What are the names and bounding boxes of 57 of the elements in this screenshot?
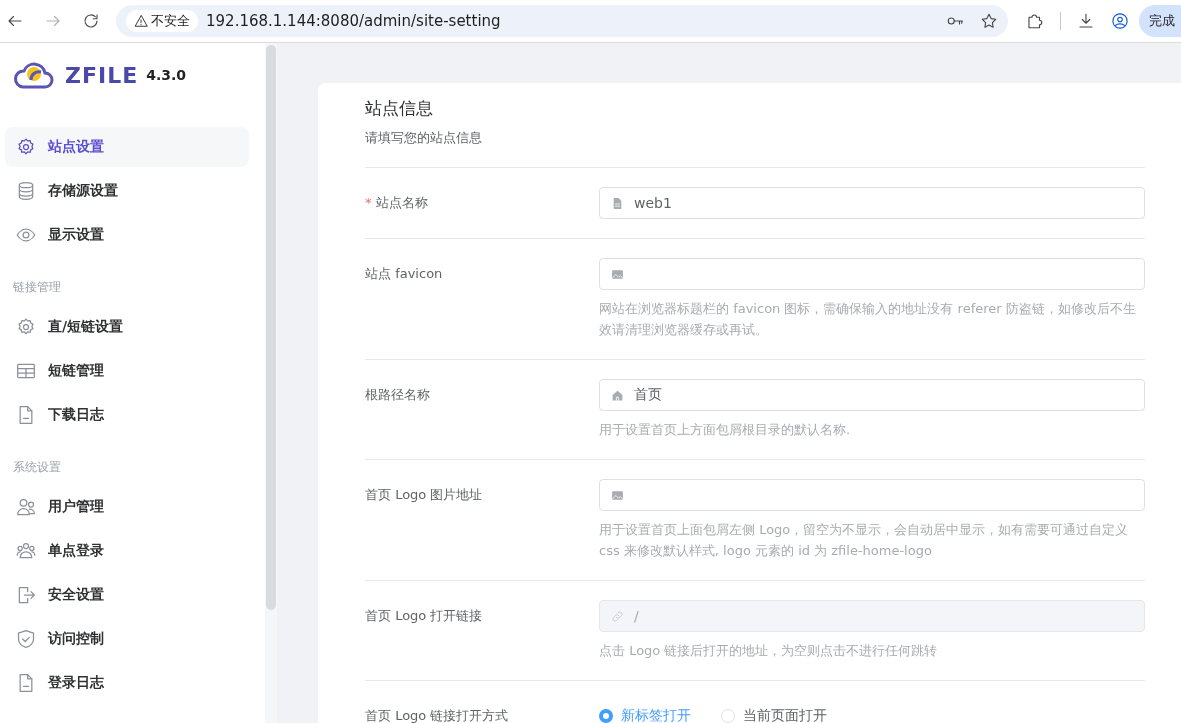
profile-button[interactable]: 完成 bbox=[1139, 5, 1181, 37]
field-label: 站点 favicon bbox=[365, 265, 444, 283]
help-text: 网站在浏览器标题栏的 favicon 图标，需确保输入的地址没有 referer 防盗链，如修改后不生效请清理浏览器缓存或再试。 bbox=[599, 300, 1137, 339]
field-label: 首页 Logo 图片地址 bbox=[365, 486, 484, 504]
field-label: 首页 Logo 链接打开方式 bbox=[365, 707, 510, 723]
radio-option[interactable]: 当前页面打开 bbox=[721, 707, 827, 723]
security-label[interactable]: 不安全 bbox=[126, 10, 198, 32]
image-icon bbox=[611, 488, 624, 502]
nav-item[interactable]: 安全设置 bbox=[5, 575, 249, 615]
profile-icon[interactable] bbox=[1111, 12, 1129, 30]
scrollbar[interactable] bbox=[266, 45, 276, 610]
image-icon bbox=[611, 267, 624, 281]
nav-item[interactable]: 下载日志 bbox=[5, 395, 249, 435]
nav-item[interactable]: 短链管理 bbox=[5, 351, 249, 391]
field-label: 根路径名称 bbox=[365, 386, 431, 404]
warning-icon bbox=[134, 14, 148, 28]
field-label: * 站点名称 bbox=[365, 194, 429, 212]
link-icon bbox=[611, 609, 624, 623]
reload-icon[interactable] bbox=[82, 12, 100, 30]
document-icon bbox=[611, 196, 624, 210]
field-label: 首页 Logo 打开链接 bbox=[365, 607, 484, 625]
gear-icon bbox=[16, 137, 36, 157]
nav-item[interactable]: 显示设置 bbox=[5, 215, 249, 255]
nav-item[interactable]: 用户管理 bbox=[5, 487, 249, 527]
nav-item[interactable]: 存储源设置 bbox=[5, 171, 249, 211]
input-field[interactable] bbox=[599, 479, 1145, 511]
home-icon bbox=[611, 388, 624, 402]
logo-text: ZFILE bbox=[65, 62, 139, 88]
section-subtitle: 请填写您的站点信息 bbox=[365, 129, 1145, 168]
star-icon[interactable] bbox=[980, 12, 998, 30]
address-bar[interactable]: 不安全 192.168.1.144:8080/admin/site-setting bbox=[116, 5, 1008, 37]
input-field[interactable] bbox=[599, 258, 1145, 290]
users-icon bbox=[16, 497, 36, 517]
database-icon bbox=[16, 181, 36, 201]
nav-item[interactable]: 登录日志 bbox=[5, 663, 249, 703]
url-text: 192.168.1.144:8080/admin/site-setting bbox=[206, 12, 502, 30]
puzzle-icon[interactable] bbox=[1026, 12, 1044, 30]
input-field[interactable]: 首页 bbox=[599, 379, 1145, 411]
download-icon[interactable] bbox=[1077, 12, 1095, 30]
help-text: 用于设置首页上面包屑左侧 Logo，留空为不显示，会自动居中显示，如有需要可通过自定义 css 来修改默认样式, logo 元素的 id 为 zfile-home-logo bbox=[599, 521, 1130, 560]
nav-item[interactable]: 访问控制 bbox=[5, 619, 249, 659]
nav-section-heading: 链接管理 bbox=[12, 279, 62, 296]
input-field[interactable]: web1 bbox=[599, 187, 1145, 219]
exit-icon bbox=[16, 585, 36, 605]
help-text: 点击 Logo 链接后打开的地址，为空则点击不进行任何跳转 bbox=[599, 642, 939, 660]
nav-section-heading: 系统设置 bbox=[12, 459, 62, 476]
cloud-logo-icon bbox=[13, 60, 55, 90]
group-icon bbox=[16, 541, 36, 561]
version-text: 4.3.0 bbox=[146, 67, 187, 83]
nav-item[interactable]: 站点设置 bbox=[5, 127, 249, 167]
help-text: 用于设置首页上方面包屑根目录的默认名称. bbox=[599, 421, 852, 439]
gear-icon bbox=[16, 317, 36, 337]
table-icon bbox=[16, 361, 36, 381]
section-title: 站点信息 bbox=[365, 97, 434, 120]
nav-item[interactable]: 单点登录 bbox=[5, 531, 249, 571]
shield-icon bbox=[16, 629, 36, 649]
nav-item[interactable]: 直/短链设置 bbox=[5, 307, 249, 347]
